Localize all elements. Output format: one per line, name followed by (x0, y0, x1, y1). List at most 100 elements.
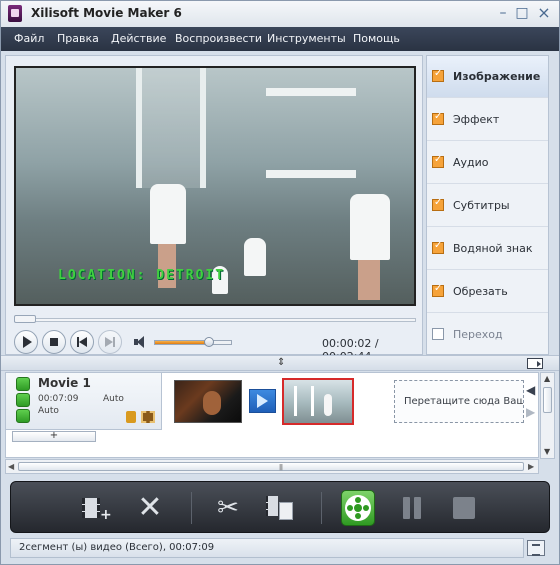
side-item-crop[interactable]: Обрезать (427, 271, 548, 313)
stop-button[interactable] (42, 330, 66, 354)
scroll-up-icon[interactable]: ▲ (544, 374, 550, 383)
player-panel: LOCATION: DETROIT 00:00:02 / 00:02:44 (5, 55, 423, 363)
pause-button[interactable] (395, 491, 429, 525)
status-text: 2сегмент (ы) видео (Всего), 00:07:09 (19, 542, 215, 553)
add-video-icon: + (82, 495, 112, 523)
previous-icon (77, 337, 87, 347)
scroll-down-icon[interactable]: ▼ (544, 447, 550, 456)
side-item-image[interactable]: Изображение (427, 56, 548, 98)
drop-zone-text: Перетащите сюда Ваши (404, 396, 524, 407)
delete-icon: ✕ (137, 490, 163, 525)
app-logo-icon (8, 5, 22, 22)
image-checkbox[interactable] (432, 68, 444, 82)
transition-checkbox[interactable] (432, 328, 444, 340)
subtitles-checkbox[interactable] (432, 197, 444, 211)
seek-thumb[interactable] (14, 315, 36, 323)
resize-arrows-icon[interactable]: ⇕ (277, 357, 285, 368)
split-button[interactable]: ✂ (211, 491, 245, 525)
side-item-audio[interactable]: Аудио (427, 142, 548, 184)
maximize-icon[interactable]: □ (514, 5, 530, 21)
video-figure-legs (358, 260, 380, 300)
stop-icon (453, 497, 475, 519)
menu-action[interactable]: Действие (111, 32, 166, 45)
video-figure (150, 184, 186, 244)
movie-auto-label: Auto (103, 394, 124, 404)
video-figure (244, 238, 266, 276)
timeline-horizontal-scrollbar[interactable]: ◀ ||| ▶ (5, 459, 539, 474)
log-icon[interactable] (527, 540, 545, 556)
menu-help[interactable]: Помощь (353, 32, 400, 45)
movie-info-panel[interactable]: Movie 1 00:07:09 Auto Auto (6, 373, 162, 430)
video-preview[interactable]: LOCATION: DETROIT (14, 66, 416, 306)
convert-button[interactable] (341, 490, 375, 526)
clip-properties-button[interactable] (263, 491, 297, 525)
vertical-scroll-thumb[interactable] (543, 387, 552, 413)
close-icon[interactable]: × (536, 5, 552, 21)
side-item-label: Переход (453, 328, 503, 341)
film-strip-icon[interactable] (141, 411, 155, 423)
menu-file[interactable]: Файл (14, 32, 44, 45)
pause-icon (403, 497, 421, 519)
stop-convert-button[interactable] (447, 491, 481, 525)
volume-slider[interactable] (154, 340, 232, 345)
menu-bar: Файл Правка Действие Воспроизвести Инстр… (1, 27, 559, 51)
previous-button[interactable] (70, 330, 94, 354)
effect-checkbox[interactable] (432, 111, 444, 125)
current-time: 00:00:02 (322, 337, 372, 350)
panel-splitter[interactable]: ⇕ (1, 355, 559, 371)
timeline-vertical-scrollbar[interactable]: ▲ ▼ (540, 372, 555, 459)
audio-track-icon (16, 409, 30, 423)
video-figure (350, 194, 390, 260)
scroll-left-icon[interactable]: ◀ (526, 383, 535, 397)
volume-thumb[interactable] (204, 337, 214, 347)
title-bar: Xilisoft Movie Maker 6 – □ × (1, 1, 559, 27)
stop-icon (50, 338, 58, 346)
scroll-right-arrow-icon[interactable]: ▶ (528, 462, 534, 471)
add-video-button[interactable]: + (79, 491, 113, 525)
audio-note-icon[interactable] (126, 411, 136, 423)
video-clip-thumbnail-selected[interactable] (282, 378, 354, 425)
crop-checkbox[interactable] (432, 283, 444, 297)
volume-icon[interactable] (134, 336, 148, 348)
scroll-grip-icon: ||| (279, 464, 283, 471)
app-window: Xilisoft Movie Maker 6 – □ × Файл Правка… (0, 0, 560, 565)
scroll-left-arrow-icon[interactable]: ◀ (8, 462, 14, 471)
menu-tools[interactable]: Инструменты (267, 32, 346, 45)
toolbar-divider (191, 492, 192, 524)
side-item-label: Эффект (453, 113, 500, 126)
side-item-label: Субтитры (453, 199, 510, 212)
horizontal-scroll-thumb[interactable]: ||| (18, 462, 524, 471)
side-item-transition[interactable]: Переход (427, 314, 548, 356)
next-icon (105, 337, 115, 347)
seek-bar[interactable] (14, 318, 416, 322)
delete-button[interactable]: ✕ (133, 491, 167, 525)
video-clip-thumbnail[interactable] (174, 380, 242, 423)
clip-properties-icon (266, 494, 294, 522)
play-icon (22, 336, 32, 348)
video-staircase (136, 68, 206, 188)
side-item-label: Водяной знак (453, 242, 533, 255)
split-icon: ✂ (217, 493, 239, 523)
side-item-effect[interactable]: Эффект (427, 99, 548, 141)
menu-play[interactable]: Воспроизвести (175, 32, 262, 45)
export-icon[interactable] (527, 358, 543, 369)
play-button[interactable] (14, 330, 38, 354)
next-button[interactable] (98, 330, 122, 354)
scroll-right-icon[interactable]: ▶ (526, 405, 535, 419)
side-item-subtitles[interactable]: Субтитры (427, 185, 548, 227)
minimize-icon[interactable]: – (495, 5, 511, 21)
video-balcony (266, 88, 356, 178)
side-item-label: Аудио (453, 156, 489, 169)
time-separator: / (371, 337, 379, 350)
add-movie-button[interactable]: + (12, 431, 96, 442)
audio-checkbox[interactable] (432, 154, 444, 168)
transition-icon[interactable] (249, 389, 276, 413)
drop-zone[interactable]: Перетащите сюда Ваши (394, 380, 524, 423)
subtitle-track-icon (16, 393, 30, 407)
timeline: Movie 1 00:07:09 Auto Auto + Перетащите … (5, 372, 539, 458)
watermark-checkbox[interactable] (432, 240, 444, 254)
side-item-watermark[interactable]: Водяной знак (427, 228, 548, 270)
movie-reel-icon (16, 377, 30, 391)
menu-edit[interactable]: Правка (57, 32, 99, 45)
side-item-label: Обрезать (453, 285, 508, 298)
